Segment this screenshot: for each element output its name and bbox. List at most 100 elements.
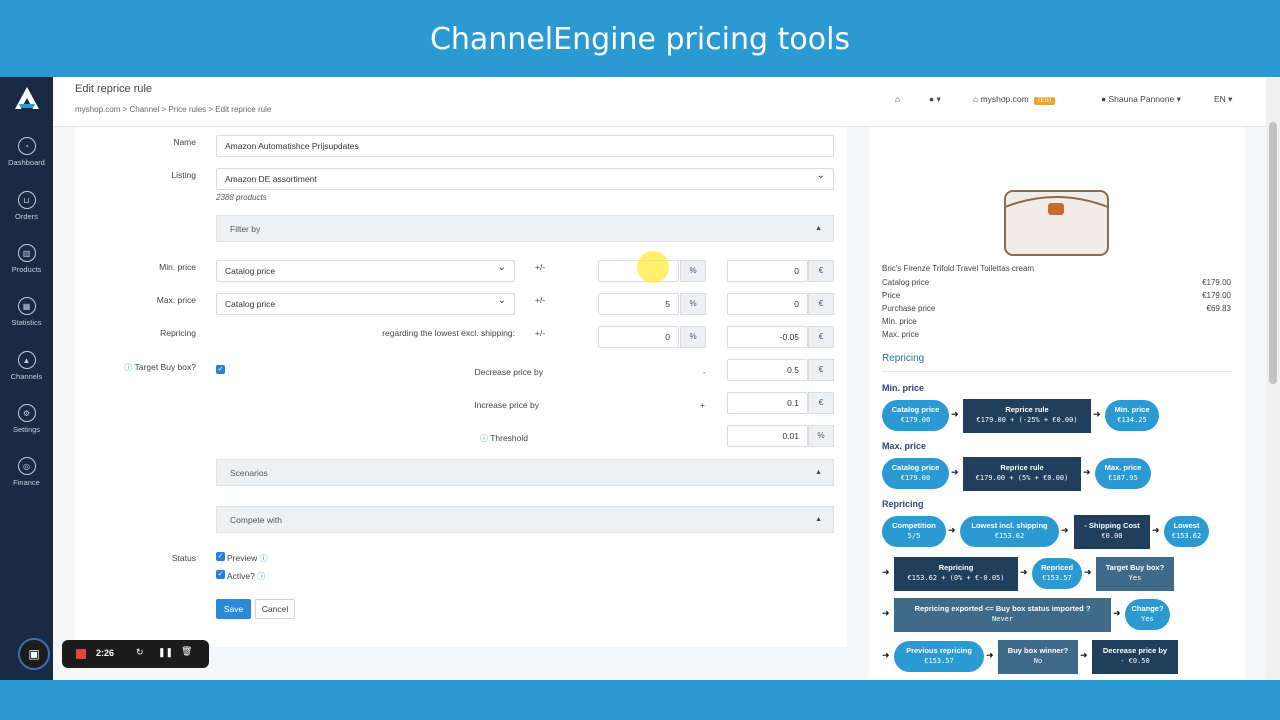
sidebar-item-orders[interactable]: ⊔ Orders	[0, 191, 53, 221]
box-title: - Shipping Cost	[1084, 521, 1140, 530]
stop-record-button[interactable]	[76, 649, 86, 659]
percent-addon: %	[680, 326, 706, 348]
help-icon[interactable]: ⓘ	[260, 554, 268, 563]
lowest-pill: Lowest €153.62	[1164, 516, 1209, 547]
user-menu[interactable]: ● Shauna Pannone ▾	[1101, 94, 1181, 105]
gear-icon: ⚙	[17, 404, 36, 422]
user-name: Shauna Pannone	[1108, 94, 1175, 104]
language-label: EN	[1214, 94, 1226, 104]
arrow-right-icon: ➜	[948, 525, 956, 535]
products-icon: ▥	[17, 244, 36, 262]
min-price-label: Min. price	[159, 262, 196, 272]
min-plus-minus: +/-	[535, 262, 546, 272]
sidebar-item-channels[interactable]: ▲ Channels	[0, 351, 53, 381]
shop-name: myshop.com	[980, 94, 1029, 104]
repricing-amount-input[interactable]: -0.05	[727, 326, 808, 348]
sidebar-item-finance[interactable]: ◎ Finance	[0, 457, 53, 487]
language-menu[interactable]: EN ▾	[1214, 94, 1232, 105]
repricing-heading: Repricing	[882, 353, 925, 364]
decrease-input[interactable]: 0.5	[727, 359, 808, 381]
sidebar-item-label: Dashboard	[8, 158, 45, 167]
trash-icon[interactable]: 🗑	[181, 646, 192, 657]
product-name: Bric's Firenze Trifold Travel Toilettas …	[882, 264, 1035, 273]
min-rule-box: Reprice rule €179.00 + (-25% + €0.00)	[963, 399, 1091, 433]
lowest-incl-shipping-pill: Lowest incl. shipping €153.62	[960, 516, 1059, 547]
max-price-source-select[interactable]: Catalog price	[216, 293, 515, 315]
preview-label: Preview ⓘ	[227, 553, 268, 564]
help-icon[interactable]: ⓘ	[124, 363, 132, 372]
help-icon[interactable]: ⓘ	[480, 434, 488, 443]
min-amount-input[interactable]: 0	[727, 260, 808, 282]
name-input[interactable]: Amazon Automatishce Prijsupdates	[216, 135, 834, 157]
home-icon[interactable]: ⌂	[895, 94, 900, 104]
shipping-cost-box: - Shipping Cost €0.00	[1074, 515, 1150, 549]
increase-input[interactable]: 0.1	[727, 392, 808, 414]
sidebar-item-dashboard[interactable]: ◔ Dashboard	[0, 137, 53, 167]
recording-time: 2:26	[96, 648, 115, 658]
min-price-source-select[interactable]: Catalog price	[216, 260, 515, 282]
max-amount-input[interactable]: 0	[727, 293, 808, 315]
target-buybox-checkbox[interactable]: ✓	[216, 365, 225, 374]
listing-select[interactable]: Amazon DE assortiment	[216, 168, 834, 190]
decrease-price-box: Decrease price by - €0.50	[1092, 640, 1178, 674]
active-checkbox[interactable]: ✓	[216, 570, 225, 579]
box-value: - €0.50	[1120, 657, 1150, 665]
sidebar-item-settings[interactable]: ⚙ Settings	[0, 404, 53, 434]
repricing-percent-input[interactable]: 0	[598, 326, 679, 348]
decrease-sign: -	[703, 367, 706, 377]
page-title: Edit reprice rule	[75, 83, 153, 95]
threshold-label: ⓘ Threshold	[415, 433, 528, 444]
filter-by-panel[interactable]: Filter by ▲	[216, 215, 834, 242]
page-scrollbar[interactable]	[1266, 77, 1280, 680]
euro-addon: €	[808, 293, 834, 315]
pause-icon[interactable]: ❚❚	[158, 647, 173, 658]
box-title: Target Buy box?	[1105, 563, 1165, 572]
scenarios-panel[interactable]: Scenarios ▲	[216, 459, 834, 486]
cursor-highlight	[637, 251, 669, 283]
max-percent-input[interactable]: 5	[598, 293, 679, 315]
threshold-input[interactable]: 0.01	[727, 425, 808, 447]
shop-menu[interactable]: ⌂ myshop.com TEST	[973, 94, 1056, 105]
arrow-right-icon: ➜	[1084, 567, 1092, 577]
arrow-right-icon: ➜	[986, 650, 994, 660]
min-catalog-pill: Catalog price €179.00	[882, 400, 949, 431]
target-buybox-box: Target Buy box? Yes	[1096, 557, 1174, 591]
repricing-label: Repricing	[160, 328, 196, 338]
max-result-pill: Max. price €187.95	[1095, 458, 1151, 489]
box-title: Reprice rule	[1000, 463, 1044, 472]
shop-icon: ⌂	[973, 94, 979, 104]
breadcrumb[interactable]: myshop.com > Channel > Price rules > Edi…	[75, 105, 271, 114]
help-icon[interactable]: ⓘ	[257, 572, 265, 581]
arrow-right-icon: ➜	[882, 567, 890, 577]
percent-addon: %	[680, 293, 706, 315]
arrow-right-icon: ➜	[1080, 650, 1088, 660]
pill-value: €179.00	[900, 474, 931, 482]
name-label: Name	[173, 137, 196, 147]
pill-value: €153.57	[1042, 574, 1072, 582]
threshold-text: Threshold	[490, 433, 528, 443]
camera-icon[interactable]: ▣	[18, 638, 50, 670]
arrow-right-icon: ➜	[1093, 409, 1101, 419]
max-catalog-pill: Catalog price €179.00	[882, 458, 949, 489]
box-value: €153.62 + (0% + €-0.05)	[907, 574, 1005, 582]
max-price-label: Max. price	[156, 295, 196, 305]
listing-label: Listing	[171, 170, 196, 180]
channelengine-logo-icon[interactable]	[13, 85, 41, 113]
chat-menu[interactable]: ● ▾	[929, 94, 941, 105]
caret-up-icon: ▲	[815, 225, 822, 232]
euro-addon: €	[808, 359, 834, 381]
save-button[interactable]: Save	[216, 599, 251, 619]
scrollbar-thumb[interactable]	[1269, 122, 1277, 384]
pill-title: Catalog price	[891, 463, 940, 472]
sidebar-item-statistics[interactable]: ▦ Statistics	[0, 297, 53, 327]
arrow-right-icon: ➜	[1152, 525, 1160, 535]
previous-repricing-pill: Previous repricing €153.57	[894, 641, 984, 672]
min-result-pill: Min. price €134.25	[1105, 400, 1159, 431]
compete-with-panel[interactable]: Compete with ▲	[216, 506, 834, 533]
sidebar-item-products[interactable]: ▥ Products	[0, 244, 53, 274]
preview-checkbox[interactable]: ✓	[216, 552, 225, 561]
box-value: Yes	[1128, 574, 1142, 582]
arrow-right-icon: ➜	[1061, 525, 1069, 535]
restart-icon[interactable]: ↻	[136, 647, 144, 658]
cancel-button[interactable]: Cancel	[255, 599, 295, 619]
